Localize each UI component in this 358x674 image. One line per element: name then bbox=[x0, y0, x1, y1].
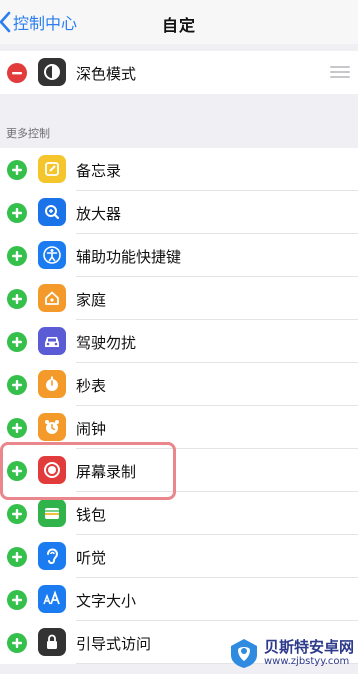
list-item-label: 钱包 bbox=[76, 506, 107, 524]
plus-icon bbox=[12, 208, 22, 218]
plus-icon bbox=[12, 165, 22, 175]
watermark-name: 贝斯特安卓网 bbox=[264, 638, 355, 656]
add-button[interactable] bbox=[7, 418, 27, 438]
list-item-label: 备忘录 bbox=[76, 162, 122, 180]
add-button[interactable] bbox=[7, 203, 27, 223]
add-button[interactable] bbox=[7, 547, 27, 567]
add-button[interactable] bbox=[7, 504, 27, 524]
watermark-logo-icon bbox=[231, 639, 257, 668]
plus-icon bbox=[12, 380, 22, 390]
add-button[interactable] bbox=[7, 590, 27, 610]
home-icon bbox=[38, 284, 66, 312]
plus-icon bbox=[12, 294, 22, 304]
guided-access-icon bbox=[38, 628, 66, 656]
navigation-bar: 控制中心 自定 bbox=[0, 0, 358, 44]
plus-icon bbox=[12, 595, 22, 605]
list-item-notes: 备忘录 bbox=[0, 148, 358, 191]
dark-mode-icon bbox=[38, 58, 66, 86]
minus-icon bbox=[12, 72, 22, 75]
add-button[interactable] bbox=[7, 633, 27, 653]
accessibility-icon bbox=[38, 241, 66, 269]
list-item-label: 引导式访问 bbox=[76, 635, 152, 653]
stopwatch-icon bbox=[38, 370, 66, 398]
add-button[interactable] bbox=[7, 375, 27, 395]
list-item-label: 听觉 bbox=[76, 549, 107, 567]
list-item-label: 驾驶勿扰 bbox=[76, 334, 137, 352]
list-item-accessibility-shortcut: 辅助功能快捷键 bbox=[0, 234, 358, 277]
section-header: 更多控制 bbox=[6, 127, 50, 140]
magnifier-icon bbox=[38, 198, 66, 226]
car-icon bbox=[38, 327, 66, 355]
wallet-icon bbox=[38, 499, 66, 527]
list-item-home: 家庭 bbox=[0, 277, 358, 320]
add-button[interactable] bbox=[7, 289, 27, 309]
list-item-dark-mode: 深色模式 bbox=[0, 51, 358, 94]
add-button[interactable] bbox=[7, 332, 27, 352]
list-item-text-size: 文字大小 bbox=[0, 578, 358, 621]
list-item-label: 放大器 bbox=[76, 205, 122, 223]
list-item-label: 闹钟 bbox=[76, 420, 107, 438]
plus-icon bbox=[12, 509, 22, 519]
list-item-magnifier: 放大器 bbox=[0, 191, 358, 234]
watermark: 贝斯特安卓网 www.zjbstyy.com bbox=[228, 632, 358, 674]
plus-icon bbox=[12, 552, 22, 562]
hearing-icon bbox=[38, 542, 66, 570]
list-item-stopwatch: 秒表 bbox=[0, 363, 358, 406]
highlight-annotation bbox=[0, 442, 176, 500]
page-title: 自定 bbox=[161, 16, 196, 35]
add-button[interactable] bbox=[7, 160, 27, 180]
list-item-label: 文字大小 bbox=[76, 592, 137, 610]
reorder-handle-icon[interactable] bbox=[330, 66, 350, 78]
list-item-label: 深色模式 bbox=[76, 65, 137, 83]
text-size-icon bbox=[38, 585, 66, 613]
notes-icon bbox=[38, 155, 66, 183]
plus-icon bbox=[12, 638, 22, 648]
watermark-url: www.zjbstyy.com bbox=[264, 656, 350, 667]
list-item-hearing: 听觉 bbox=[0, 535, 358, 578]
add-button[interactable] bbox=[7, 246, 27, 266]
plus-icon bbox=[12, 337, 22, 347]
alarm-icon bbox=[38, 413, 66, 441]
plus-icon bbox=[12, 423, 22, 433]
list-item-label: 辅助功能快捷键 bbox=[76, 248, 182, 266]
remove-button[interactable] bbox=[7, 63, 27, 83]
list-item-label: 秒表 bbox=[76, 377, 107, 395]
plus-icon bbox=[12, 251, 22, 261]
list-item-label: 家庭 bbox=[76, 291, 107, 309]
list-item-do-not-disturb-driving: 驾驶勿扰 bbox=[0, 320, 358, 363]
